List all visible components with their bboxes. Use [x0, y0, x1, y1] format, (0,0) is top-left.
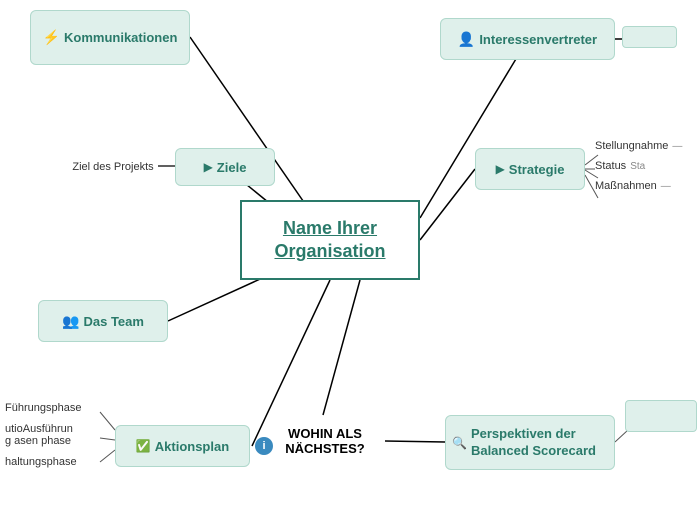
phase-labels: Führungsphase utioAusführung asen phase … [0, 400, 86, 470]
team-icon: 👥 [62, 313, 79, 330]
wohin-label: WOHIN ALS NÄCHSTES? [265, 426, 385, 456]
ausfuhrungsphase-label: utioAusführung asen phase [0, 421, 86, 449]
stellungnahme-label: Stellungnahme [595, 140, 668, 152]
ziele-label: Ziele [217, 160, 247, 175]
das-team-label: Das Team [83, 314, 143, 329]
strategie-label: Strategie [509, 162, 565, 177]
massnahmen-label: Maßnahmen [595, 180, 657, 192]
ziele-node[interactable]: ▶ Ziele [175, 148, 275, 186]
status-label: Status [595, 160, 626, 172]
interessenvertreter-node[interactable]: 👤 Interessenvertreter [440, 18, 615, 60]
ziel-label: Ziel des Projekts [68, 155, 158, 179]
person-icon: 👤 [458, 31, 475, 48]
dash2: — [661, 181, 671, 192]
aktionsplan-label: Aktionsplan [155, 439, 229, 454]
check-icon: ✅ [136, 439, 151, 453]
interessenvertreter-label: Interessenvertreter [479, 32, 597, 47]
central-label: Name IhrerOrganisation [274, 217, 385, 264]
arrow-icon: ▶ [204, 160, 213, 174]
das-team-node[interactable]: 👥 Das Team [38, 300, 168, 342]
sta-label: Sta [630, 161, 645, 172]
abschlussphase-label: haltungsphase [0, 454, 86, 470]
interessenvertreter-ext [622, 26, 677, 48]
wohin-node[interactable]: WOHIN ALS NÄCHSTES? [265, 415, 385, 467]
perspektiven-label: Perspektiven der Balanced Scorecard [471, 426, 608, 460]
perspektiven-ext [625, 400, 697, 432]
dash1: — [672, 141, 682, 152]
strat-arrow-icon: ▶ [496, 162, 505, 176]
central-node[interactable]: Name IhrerOrganisation [240, 200, 420, 280]
perspektiven-node[interactable]: 🔍 Perspektiven der Balanced Scorecard [445, 415, 615, 470]
comm-icon: ⚡ [43, 29, 60, 46]
aktionsplan-node[interactable]: ✅ Aktionsplan [115, 425, 250, 467]
strategie-node[interactable]: ▶ Strategie [475, 148, 585, 190]
kommunikationen-label: Kommunikationen [64, 30, 177, 45]
strategie-subnodes: Stellungnahme — Status Sta Maßnahmen — [595, 140, 682, 192]
mindmap-canvas: Name IhrerOrganisation ⚡ Kommunikationen… [0, 0, 697, 520]
kommunikationen-node[interactable]: ⚡ Kommunikationen [30, 10, 190, 65]
fuhrungsphase-label: Führungsphase [0, 400, 86, 416]
search-icon: 🔍 [452, 436, 467, 450]
